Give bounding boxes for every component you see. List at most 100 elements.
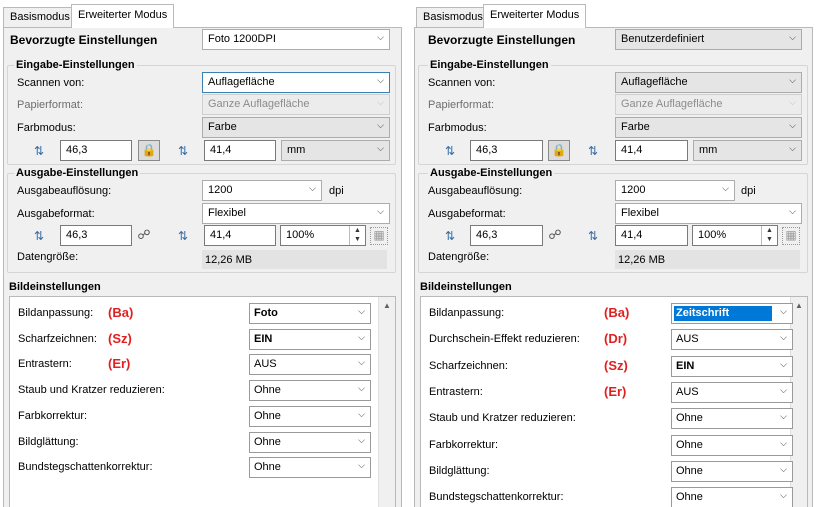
right-scanner-panel: Basismodus Erweiterter Modus Bevorzugte … [411,0,816,507]
setting-code-annotation: (Er) [108,356,131,372]
chevron-down-icon: ⌵ [358,460,365,471]
chevron-down-icon: ⌵ [780,306,787,316]
unit-select[interactable]: mm ⌵ [693,140,802,161]
data-size-value: 12,26 MB [615,250,800,269]
tab-advanced-mode[interactable]: Erweiterter Modus [483,4,586,28]
input-settings-title: Eingabe-Einstellungen [428,59,551,71]
output-resolution-select[interactable]: 1200 ⌵ [615,180,735,201]
setting-value: Ohne [254,435,281,448]
scan-from-label: Scannen von: [428,77,496,89]
setting-value-select[interactable]: EIN ⌵ [671,355,793,377]
width-icon: ⇅ [33,229,45,243]
unit-select[interactable]: mm ⌵ [281,140,390,161]
setting-value-select[interactable]: AUS ⌵ [671,381,793,403]
scroll-up-icon[interactable]: ▲ [379,297,395,314]
setting-value-select[interactable]: Ohne ⌵ [249,431,371,453]
input-height-field[interactable]: 41,4 [204,140,276,161]
chevron-down-icon: ⌵ [358,434,365,445]
setting-value-select[interactable]: EIN ⌵ [249,328,371,350]
setting-value-select[interactable]: Ohne ⌵ [671,460,793,482]
setting-value-select[interactable]: AUS ⌵ [249,354,371,376]
input-width-field[interactable]: 46,3 [470,140,543,161]
paper-format-label: Papierformat: [428,99,495,111]
output-format-select[interactable]: Flexibel ⌵ [202,203,390,224]
chevron-down-icon: ⌵ [789,75,796,85]
spinner-arrows[interactable]: ▲ ▼ [349,226,365,245]
scan-from-select[interactable]: Auflagefläche ⌵ [615,72,802,93]
setting-value-select[interactable]: Ohne ⌵ [671,487,793,507]
paper-format-label: Papierformat: [17,99,84,111]
dpi-label: dpi [741,185,756,197]
paper-format-select: Ganze Auflagefläche ⌵ [615,94,802,115]
output-width-field[interactable]: 46,3 [470,225,543,246]
scroll-up-icon[interactable]: ▲ [791,297,807,314]
chevron-down-icon: ⌵ [377,97,384,107]
input-width-field[interactable]: 46,3 [60,140,132,161]
setting-value-select[interactable]: Ohne ⌵ [671,434,793,456]
color-mode-select[interactable]: Farbe ⌵ [615,117,802,138]
setting-value-select[interactable]: Ohne ⌵ [671,408,793,430]
setting-value: AUS [676,333,699,346]
setting-value-select[interactable]: Ohne ⌵ [249,380,371,402]
setting-row-label: Farbkorrektur: [429,438,499,451]
chevron-down-icon: ⌵ [309,183,316,193]
output-format-label: Ausgabeformat: [17,208,95,220]
scale-spinner[interactable]: 100% ▲ ▼ [692,225,778,246]
chevron-down-icon: ⌵ [789,120,796,130]
output-width-field[interactable]: 46,3 [60,225,132,246]
data-size-label: Datengröße: [428,251,490,263]
left-scanner-panel: Basismodus Erweiterter Modus Bevorzugte … [0,0,405,507]
scan-from-select[interactable]: Auflagefläche ⌵ [202,72,390,93]
crop-icon[interactable]: ▦ [782,227,800,245]
dpi-label: dpi [329,185,344,197]
setting-code-annotation: (Ba) [604,305,630,320]
setting-row-label: Bundstegschattenkorrektur: [429,491,564,504]
output-format-label: Ausgabeformat: [428,208,506,220]
output-format-select[interactable]: Flexibel ⌵ [615,203,802,224]
chevron-down-icon: ⌵ [789,206,796,216]
setting-code-annotation: (Sz) [108,330,132,346]
output-resolution-label: Ausgabeauflösung: [428,185,523,197]
setting-value-select[interactable]: AUS ⌵ [671,329,793,351]
output-settings-title: Ausgabe-Einstellungen [428,167,555,179]
tab-advanced-mode[interactable]: Erweiterter Modus [71,4,174,28]
chevron-down-icon: ⌵ [377,143,384,153]
crop-icon[interactable]: ▦ [370,227,388,245]
output-height-field[interactable]: 41,4 [615,225,688,246]
preferred-settings-select[interactable]: Foto 1200DPI ⌵ [202,29,390,50]
preferred-settings-select[interactable]: Benutzerdefiniert ⌵ [615,29,802,50]
chevron-down-icon: ⌵ [377,120,384,130]
link-icon[interactable]: ☍ [548,228,562,242]
chevron-down-icon: ⌵ [789,143,796,153]
lock-icon[interactable]: 🔒 [548,140,570,161]
image-settings-title: Bildeinstellungen [420,281,512,293]
tab-basic-mode[interactable]: Basismodus [3,7,72,27]
chevron-down-icon: ⌵ [358,408,365,419]
chevron-down-icon: ⌵ [377,32,384,42]
output-height-field[interactable]: 41,4 [204,225,276,246]
lock-icon[interactable]: 🔒 [138,140,160,161]
setting-value: Ohne [254,384,281,397]
color-mode-select[interactable]: Farbe ⌵ [202,117,390,138]
vertical-scrollbar[interactable]: ▲ [378,297,395,507]
setting-value-select[interactable]: Ohne ⌵ [249,405,371,427]
output-resolution-select[interactable]: 1200 ⌵ [202,180,322,201]
setting-value-select[interactable]: Foto ⌵ [249,303,371,324]
setting-value-select[interactable]: Zeitschrift ⌵ [671,303,793,324]
scale-spinner[interactable]: 100% ▲ ▼ [280,225,366,246]
chevron-down-icon: ⌵ [789,97,796,107]
link-icon[interactable]: ☍ [137,228,151,242]
width-icon: ⇅ [444,144,456,158]
setting-row-label: Bildanpassung: [18,307,94,319]
setting-value: AUS [254,358,277,371]
input-height-field[interactable]: 41,4 [615,140,688,161]
setting-value-select[interactable]: Ohne ⌵ [249,457,371,479]
data-size-label: Datengröße: [17,251,79,263]
chevron-down-icon: ⌵ [358,383,365,394]
tab-basic-mode[interactable]: Basismodus [416,7,484,27]
width-icon: ⇅ [444,229,456,243]
setting-code-annotation: (Dr) [604,331,628,347]
setting-row-label: Scharfzeichnen: [429,359,508,372]
chevron-down-icon: ⌵ [780,490,787,501]
spinner-arrows[interactable]: ▲ ▼ [761,226,777,245]
